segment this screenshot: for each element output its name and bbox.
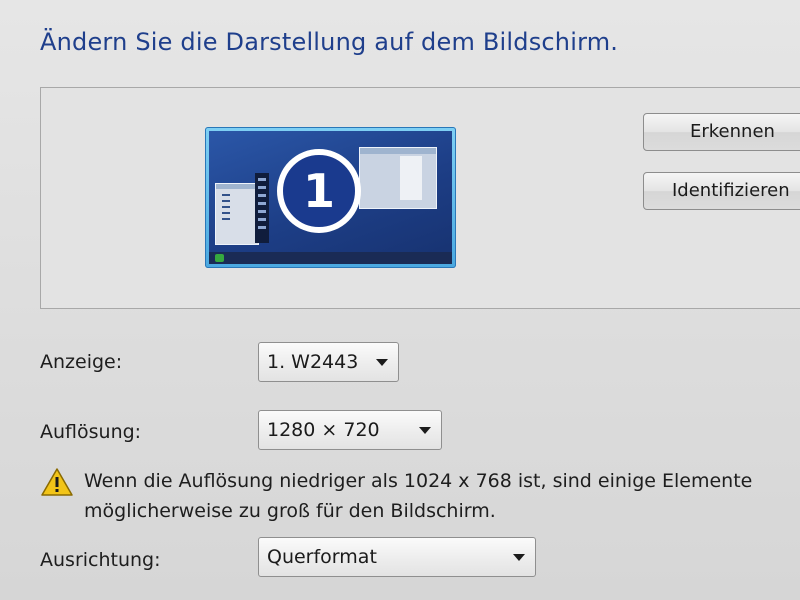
thumbnail-start-menu [215,183,259,245]
monitor-screen-thumbnail: 1 [209,131,452,264]
warning-line-2: möglicherweise zu groß für den Bildschir… [84,500,496,522]
detect-button[interactable]: Erkennen [643,113,800,151]
thumbnail-panel [255,173,269,243]
chevron-down-icon [376,359,388,366]
resolution-label: Auflösung: [40,421,142,443]
monitor-number-badge: 1 [277,149,361,233]
display-select-value: 1. W2443 [267,351,359,373]
page-title: Ändern Sie die Darstellung auf dem Bilds… [40,28,619,56]
display-label: Anzeige: [40,351,123,373]
identify-button[interactable]: Identifizieren [643,172,800,210]
thumbnail-taskbar [209,252,452,264]
monitor-1-tile[interactable]: 1 [205,127,456,268]
thumbnail-window [359,147,437,209]
thumbnail-start-icon [215,254,224,262]
resolution-select[interactable]: 1280 × 720 [258,410,442,450]
resolution-select-value: 1280 × 720 [267,419,380,441]
orientation-select[interactable]: Querformat [258,537,536,577]
display-select[interactable]: 1. W2443 [258,342,399,382]
warning-icon [41,468,73,496]
chevron-down-icon [419,427,431,434]
resolution-warning-text: Wenn die Auflösung niedriger als 1024 x … [84,466,800,526]
orientation-label: Ausrichtung: [40,549,161,571]
warning-line-1: Wenn die Auflösung niedriger als 1024 x … [84,470,753,492]
chevron-down-icon [513,554,525,561]
orientation-select-value: Querformat [267,546,377,568]
